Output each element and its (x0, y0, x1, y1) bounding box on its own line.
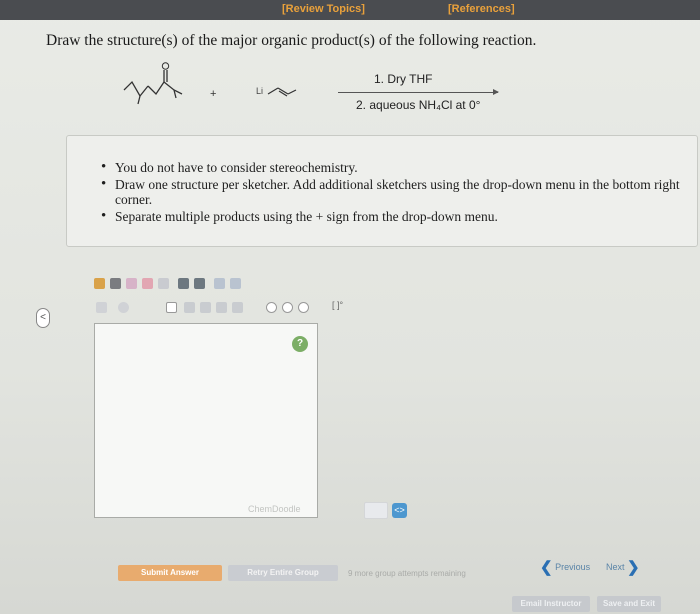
sketcher-dropdown[interactable] (364, 502, 388, 519)
hash-bond-icon[interactable] (232, 302, 243, 313)
reaction-scheme: + Li 1. Dry THF 2. aqueous NH₄Cl at 0° (118, 60, 518, 120)
instruction-item: Draw one structure per sketcher. Add add… (101, 177, 691, 207)
lasso-icon[interactable] (142, 278, 153, 289)
review-topics-link[interactable]: [Review Topics] (282, 3, 365, 15)
save-exit-button[interactable]: Save and Exit (597, 596, 661, 612)
submit-answer-button[interactable]: Submit Answer (118, 565, 222, 581)
question-text: Draw the structure(s) of the major organ… (46, 32, 537, 49)
instruction-item: Separate multiple products using the + s… (101, 209, 691, 224)
redo-icon[interactable] (110, 278, 121, 289)
instructions-list: You do not have to consider stereochemis… (101, 160, 691, 226)
wedge-bond-icon[interactable] (216, 302, 227, 313)
previous-button[interactable]: ❮ Previous (540, 558, 590, 576)
single-bond-icon[interactable] (166, 302, 177, 313)
cyclohexane-icon[interactable] (298, 302, 309, 313)
previous-label: Previous (555, 562, 591, 572)
undo-icon[interactable] (94, 278, 105, 289)
zoom-in-icon[interactable] (178, 278, 189, 289)
sketcher-canvas[interactable] (94, 323, 318, 518)
retry-group-button[interactable]: Retry Entire Group (228, 565, 338, 581)
add-sketcher-button[interactable]: <> (392, 503, 407, 518)
top-bar: [Review Topics] [References] (0, 0, 700, 20)
clean-icon[interactable] (214, 278, 225, 289)
condition-step-2: 2. aqueous NH₄Cl at 0° (356, 98, 481, 112)
zoom-out-icon[interactable] (194, 278, 205, 289)
element-picker-icon[interactable] (96, 302, 107, 313)
lithium-label: Li (256, 86, 264, 96)
bracket-tool[interactable]: [ ]° (332, 300, 343, 310)
chemdoodle-watermark: ChemDoodle (248, 504, 301, 514)
double-bond-icon[interactable] (184, 302, 195, 313)
chevron-left-icon: ❮ (540, 559, 553, 576)
ketone-structure (123, 62, 183, 105)
ring-icon[interactable] (230, 278, 241, 289)
cyclopropane-icon[interactable] (266, 302, 277, 313)
condition-step-1: 1. Dry THF (374, 72, 433, 86)
attempts-remaining: 9 more group attempts remaining (348, 569, 466, 578)
chevron-right-icon: ❯ (627, 559, 640, 576)
reaction-arrow (338, 89, 499, 95)
benzene-icon[interactable] (282, 302, 293, 313)
instructions-box: You do not have to consider stereochemis… (66, 135, 698, 247)
vinyl-lithium-structure (267, 87, 297, 97)
help-icon[interactable]: ? (292, 336, 308, 352)
references-link[interactable]: [References] (448, 3, 515, 15)
triple-bond-icon[interactable] (200, 302, 211, 313)
plus-sign: + (210, 88, 217, 100)
charge-icon[interactable] (118, 302, 129, 313)
next-label: Next (606, 562, 625, 572)
next-button[interactable]: Next ❯ (606, 558, 640, 576)
email-instructor-button[interactable]: Email Instructor (512, 596, 590, 612)
rotate-icon[interactable] (158, 278, 169, 289)
collapse-toggle-button[interactable]: < (36, 308, 50, 328)
eraser-icon[interactable] (126, 278, 137, 289)
instruction-item: You do not have to consider stereochemis… (101, 160, 691, 175)
